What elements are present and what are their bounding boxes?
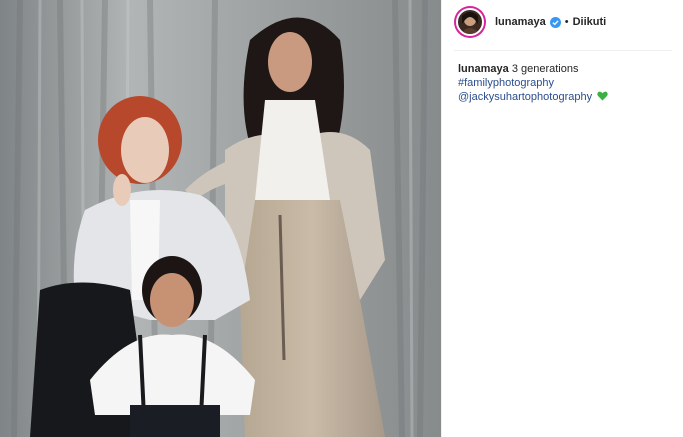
avatar[interactable]	[454, 6, 486, 38]
green-heart-icon	[597, 91, 608, 101]
hashtag-link[interactable]: #familyphotography	[458, 77, 554, 89]
separator-dot: •	[564, 16, 569, 28]
verified-badge-icon	[549, 16, 561, 28]
caption-text: 3 generations	[511, 63, 579, 75]
follow-status-button[interactable]: Diikuti	[573, 16, 607, 28]
post-photo[interactable]	[0, 0, 441, 437]
caption-author[interactable]: lunamaya	[458, 63, 509, 75]
post-header: lunamaya • Diikuti	[454, 4, 672, 40]
mention-link[interactable]: @jackysuhartophotography	[458, 91, 592, 103]
username-link[interactable]: lunamaya	[495, 16, 546, 28]
header-divider	[454, 50, 672, 51]
post-caption: lunamaya 3 generations #familyphotograph…	[458, 62, 673, 104]
avatar-image	[456, 8, 484, 36]
family-portrait-image	[0, 0, 441, 437]
post-side-panel: lunamaya • Diikuti lunamaya 3 generation…	[441, 0, 683, 437]
